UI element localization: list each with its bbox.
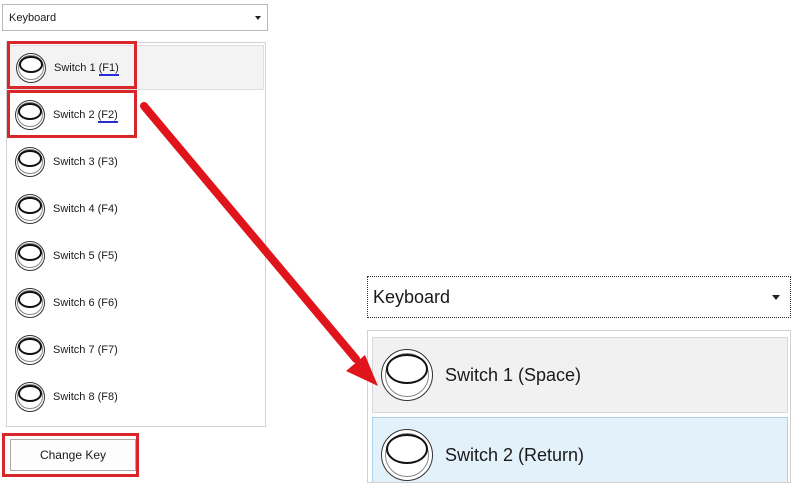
- switch-key: (F8): [97, 390, 118, 403]
- switch-button-icon: [381, 349, 433, 401]
- switch-item-7[interactable]: Switch 7 (F7): [9, 327, 264, 372]
- zoom-switch-label: Switch 1 (Space): [445, 364, 582, 385]
- chevron-down-icon: [772, 294, 780, 300]
- switch-button-icon: [16, 52, 46, 83]
- switch-item-4[interactable]: Switch 4 (F4): [9, 186, 264, 231]
- switch-item-5[interactable]: Switch 5 (F5): [9, 233, 264, 278]
- switch-item-6[interactable]: Switch 6 (F6): [9, 280, 264, 325]
- switch-button-icon: [15, 193, 45, 224]
- switch-key: (F7): [97, 343, 118, 356]
- switch-label: Switch 7: [53, 343, 95, 356]
- zoom-switch-list[interactable]: Switch 1 (Space) Switch 2 (Return): [367, 330, 791, 483]
- switch-key: (F1): [98, 61, 119, 74]
- switch-label: Switch 8: [53, 390, 95, 403]
- switch-key: (F6): [97, 296, 118, 309]
- chevron-down-icon: [255, 15, 261, 20]
- zoom-device-dropdown[interactable]: Keyboard: [367, 276, 791, 318]
- switch-key: (F5): [97, 249, 118, 262]
- switch-button-icon: [15, 287, 45, 318]
- zoom-switch-item-2[interactable]: Switch 2 (Return): [372, 417, 788, 482]
- device-dropdown-value: Keyboard: [9, 11, 57, 24]
- zoom-dropdown-value: Keyboard: [373, 286, 451, 307]
- change-key-button[interactable]: Change Key: [10, 439, 136, 471]
- switch-label: Switch 6: [53, 296, 95, 309]
- switch-item-2[interactable]: Switch 2 (F2): [9, 92, 264, 137]
- switch-label: Switch 1: [54, 61, 96, 74]
- switch-key: (F4): [97, 202, 118, 215]
- switch-button-icon: [15, 99, 45, 130]
- switch-button-icon: [15, 240, 45, 271]
- switch-label: Switch 3: [53, 155, 95, 168]
- switch-button-icon: [381, 429, 433, 481]
- switch-item-1[interactable]: Switch 1 (F1): [9, 45, 264, 90]
- switch-label: Switch 4: [53, 202, 95, 215]
- switch-label: Switch 5: [53, 249, 95, 262]
- zoom-switch-item-1[interactable]: Switch 1 (Space): [372, 337, 788, 413]
- switch-button-icon: [15, 146, 45, 177]
- switch-button-icon: [15, 381, 45, 412]
- switch-key: (F3): [97, 155, 118, 168]
- switch-key: (F2): [97, 108, 118, 121]
- switch-list[interactable]: Switch 1 (F1) Switch 2 (F2) Switch 3 (F3…: [6, 42, 266, 427]
- switch-item-3[interactable]: Switch 3 (F3): [9, 139, 264, 184]
- switch-label: Switch 2: [53, 108, 95, 121]
- switch-button-icon: [15, 334, 45, 365]
- device-dropdown[interactable]: Keyboard: [2, 4, 268, 31]
- switch-item-8[interactable]: Switch 8 (F8): [9, 374, 264, 419]
- zoom-switch-label: Switch 2 (Return): [445, 444, 585, 465]
